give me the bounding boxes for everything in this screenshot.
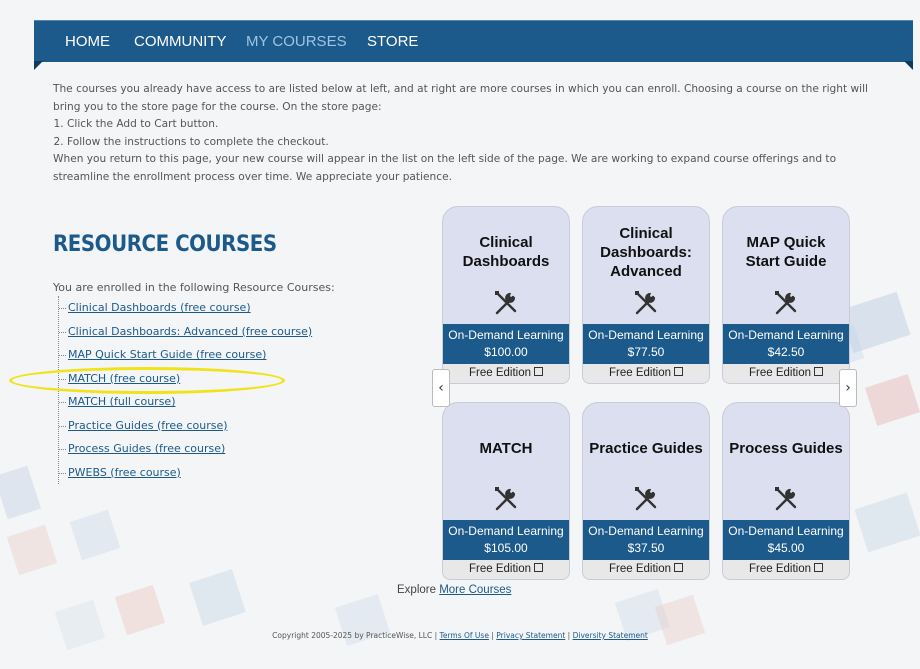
background-decoration	[864, 374, 920, 426]
free-edition-link[interactable]: Free Edition	[583, 364, 709, 383]
top-navigation-bar: HOME COMMUNITY MY COURSES STORE	[34, 20, 913, 62]
highlight-ellipse	[9, 367, 285, 394]
free-edition-link[interactable]: Free Edition	[443, 560, 569, 579]
course-card-band: On-Demand Learning $45.00	[723, 520, 849, 560]
external-link-icon	[814, 367, 823, 376]
background-decoration	[189, 569, 246, 626]
course-card-title: Clinical Dashboards: Advanced	[600, 224, 692, 280]
course-card-title: Practice Guides	[589, 439, 703, 457]
external-link-icon	[534, 563, 543, 572]
tools-icon	[775, 291, 797, 315]
course-card-clinical-dashboards[interactable]: Clinical Dashboards On-Demand Learning $10…	[442, 206, 570, 384]
free-edition-link[interactable]: Free Edition	[723, 364, 849, 383]
free-edition-label: Free Edition	[468, 563, 531, 575]
free-edition-link[interactable]: Free Edition	[443, 364, 569, 383]
free-edition-label: Free Edition	[608, 563, 671, 575]
free-edition-link[interactable]: Free Edition	[583, 560, 709, 579]
course-card-clinical-dashboards-advanced[interactable]: Clinical Dashboards: Advanced On-Demand L…	[582, 206, 710, 384]
course-card-practice-guides[interactable]: Practice Guides On-Demand Learning $37.50 F…	[582, 402, 710, 580]
nav-ribbon-fold-left	[34, 61, 43, 70]
more-courses-link[interactable]: More Courses	[439, 584, 511, 596]
footer: Copyright 2005-2025 by PracticeWise, LLC…	[0, 631, 920, 640]
nav-my-courses[interactable]: MY COURSES	[246, 33, 347, 50]
background-decoration	[114, 584, 166, 636]
course-link-clinical-dashboards-advanced[interactable]: Clinical Dashboards: Advanced (free cour…	[59, 320, 312, 344]
privacy-statement-link[interactable]: Privacy Statement	[496, 631, 565, 640]
footer-separator: |	[567, 631, 571, 640]
course-card-type: On-Demand Learning	[588, 328, 704, 342]
carousel-next-button[interactable]: ›	[839, 369, 857, 407]
intro-step: Follow the instructions to complete the …	[67, 134, 893, 152]
course-card-type: On-Demand Learning	[728, 328, 844, 342]
course-link-map-quick-start[interactable]: MAP Quick Start Guide (free course)	[59, 343, 312, 367]
background-decoration	[0, 465, 42, 520]
footer-separator: |	[491, 631, 494, 640]
background-decoration	[854, 492, 920, 553]
external-link-icon	[534, 367, 543, 376]
course-link-practice-guides[interactable]: Practice Guides (free course)	[59, 414, 312, 438]
free-edition-label: Free Edition	[748, 367, 811, 379]
explore-prefix: Explore	[397, 584, 436, 596]
diversity-statement-link[interactable]: Diversity Statement	[573, 631, 648, 640]
intro-step: Click the Add to Cart button.	[67, 116, 893, 134]
intro-paragraph-1: The courses you already have access to a…	[53, 83, 868, 113]
course-card-title: Process Guides	[729, 439, 843, 457]
free-edition-label: Free Edition	[748, 563, 811, 575]
course-card-map-quick-start-guide[interactable]: MAP Quick Start Guide On-Demand Learning $…	[722, 206, 850, 384]
course-card-band: On-Demand Learning $105.00	[443, 520, 569, 560]
copyright-text: Copyright 2005-2025 by PracticeWise, LLC…	[272, 631, 438, 640]
nav-ribbon-fold-right	[904, 61, 913, 70]
course-card-type: On-Demand Learning	[448, 328, 564, 342]
course-card-process-guides[interactable]: Process Guides On-Demand Learning $45.00 Fr…	[722, 402, 850, 580]
external-link-icon	[674, 367, 683, 376]
course-link-match-full[interactable]: MATCH (full course)	[59, 390, 312, 414]
carousel-prev-button[interactable]: ‹	[432, 369, 450, 407]
course-card-type: On-Demand Learning	[448, 524, 564, 538]
course-card-title: MAP Quick Start Guide	[745, 234, 827, 270]
tools-icon	[635, 291, 657, 315]
course-card-title: MATCH	[479, 439, 533, 457]
course-card-price: $37.50	[627, 541, 665, 555]
external-link-icon	[814, 563, 823, 572]
background-decoration	[54, 599, 106, 651]
explore-line: Explore More Courses	[397, 584, 511, 596]
intro-steps: Click the Add to Cart button. Follow the…	[53, 116, 893, 151]
course-card-band: On-Demand Learning $37.50	[583, 520, 709, 560]
course-link-process-guides[interactable]: Process Guides (free course)	[59, 437, 312, 461]
course-card-price: $100.00	[484, 345, 528, 359]
nav-store[interactable]: STORE	[367, 33, 418, 50]
terms-of-use-link[interactable]: Terms Of Use	[440, 631, 489, 640]
course-card-band: On-Demand Learning $42.50	[723, 324, 849, 364]
intro-text: The courses you already have access to a…	[53, 81, 893, 186]
course-card-match[interactable]: MATCH On-Demand Learning $105.00 Free Editi…	[442, 402, 570, 580]
course-card-title: Clinical Dashboards	[462, 234, 550, 270]
course-card-band: On-Demand Learning $100.00	[443, 324, 569, 364]
nav-home[interactable]: HOME	[65, 33, 110, 50]
free-edition-label: Free Edition	[468, 367, 531, 379]
nav-community[interactable]: COMMUNITY	[134, 33, 227, 50]
external-link-icon	[674, 563, 683, 572]
course-card-price: $42.50	[767, 345, 805, 359]
intro-paragraph-2: When you return to this page, your new c…	[53, 153, 837, 183]
course-card-price: $77.50	[627, 345, 665, 359]
free-edition-link[interactable]: Free Edition	[723, 560, 849, 579]
enrolled-label: You are enrolled in the following Resour…	[53, 281, 335, 294]
background-decoration	[69, 509, 121, 561]
resource-courses-heading: RESOURCE COURSES	[53, 232, 277, 257]
free-edition-label: Free Edition	[608, 367, 671, 379]
tools-icon	[775, 487, 797, 511]
course-card-type: On-Demand Learning	[728, 524, 844, 538]
course-card-type: On-Demand Learning	[588, 524, 704, 538]
course-link-clinical-dashboards[interactable]: Clinical Dashboards (free course)	[59, 296, 312, 320]
tools-icon	[495, 291, 517, 315]
course-card-band: On-Demand Learning $77.50	[583, 324, 709, 364]
tools-icon	[495, 487, 517, 511]
background-decoration	[6, 524, 58, 576]
course-link-pwebs[interactable]: PWEBS (free course)	[59, 461, 312, 485]
tools-icon	[635, 487, 657, 511]
course-card-price: $45.00	[767, 541, 805, 555]
course-card-price: $105.00	[484, 541, 528, 555]
